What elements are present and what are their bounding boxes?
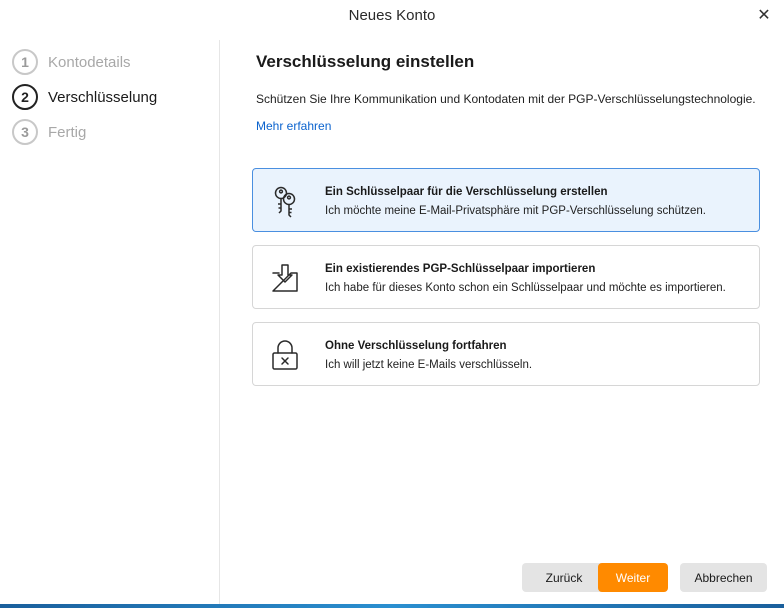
option-no-encryption[interactable]: Ohne Verschlüsselung fortfahren Ich will… bbox=[252, 322, 760, 386]
unlocked-icon bbox=[272, 340, 298, 370]
back-button[interactable]: Zurück bbox=[522, 563, 606, 592]
option-import-keypair[interactable]: Ein existierendes PGP-Schlüsselpaar impo… bbox=[252, 245, 760, 309]
page-title: Verschlüsselung einstellen bbox=[256, 52, 475, 71]
window-title: Neues Konto bbox=[348, 7, 436, 24]
step-number-badge: 2 bbox=[12, 84, 38, 110]
option-description: Ich will jetzt keine E-Mails verschlüsse… bbox=[325, 359, 533, 371]
page-description: Schützen Sie Ihre Kommunikation und Kont… bbox=[256, 92, 756, 106]
step-kontodetails: 1 Kontodetails bbox=[12, 48, 131, 76]
option-description: Ich habe für dieses Konto schon ein Schl… bbox=[325, 282, 726, 294]
step-fertig: 3 Fertig bbox=[12, 118, 86, 146]
keys-icon bbox=[274, 186, 296, 218]
learn-more-link[interactable]: Mehr erfahren bbox=[256, 119, 331, 133]
cancel-button[interactable]: Abbrechen bbox=[680, 563, 767, 592]
step-label: Verschlüsselung bbox=[48, 88, 158, 106]
step-verschluesselung: 2 Verschlüsselung bbox=[12, 83, 157, 111]
step-number-badge: 3 bbox=[12, 119, 38, 145]
step-label: Kontodetails bbox=[48, 53, 131, 71]
option-title: Ein existierendes PGP-Schlüsselpaar impo… bbox=[325, 263, 596, 275]
wizard-steps-sidebar: 1 Kontodetails 2 Verschlüsselung 3 Ferti… bbox=[0, 40, 220, 605]
close-icon[interactable]: ✕ bbox=[754, 6, 774, 26]
step-number-badge: 1 bbox=[12, 49, 38, 75]
import-icon bbox=[272, 264, 298, 292]
step-label: Fertig bbox=[48, 123, 87, 141]
option-title: Ohne Verschlüsselung fortfahren bbox=[325, 340, 507, 352]
next-button[interactable]: Weiter bbox=[598, 563, 668, 592]
bottom-accent-bar bbox=[0, 604, 784, 608]
option-description: Ich möchte meine E-Mail-Privatsphäre mit… bbox=[325, 205, 706, 217]
option-create-keypair[interactable]: Ein Schlüsselpaar für die Verschlüsselun… bbox=[252, 168, 760, 232]
option-title: Ein Schlüsselpaar für die Verschlüsselun… bbox=[325, 186, 608, 198]
window-titlebar: Neues Konto bbox=[0, 0, 784, 32]
